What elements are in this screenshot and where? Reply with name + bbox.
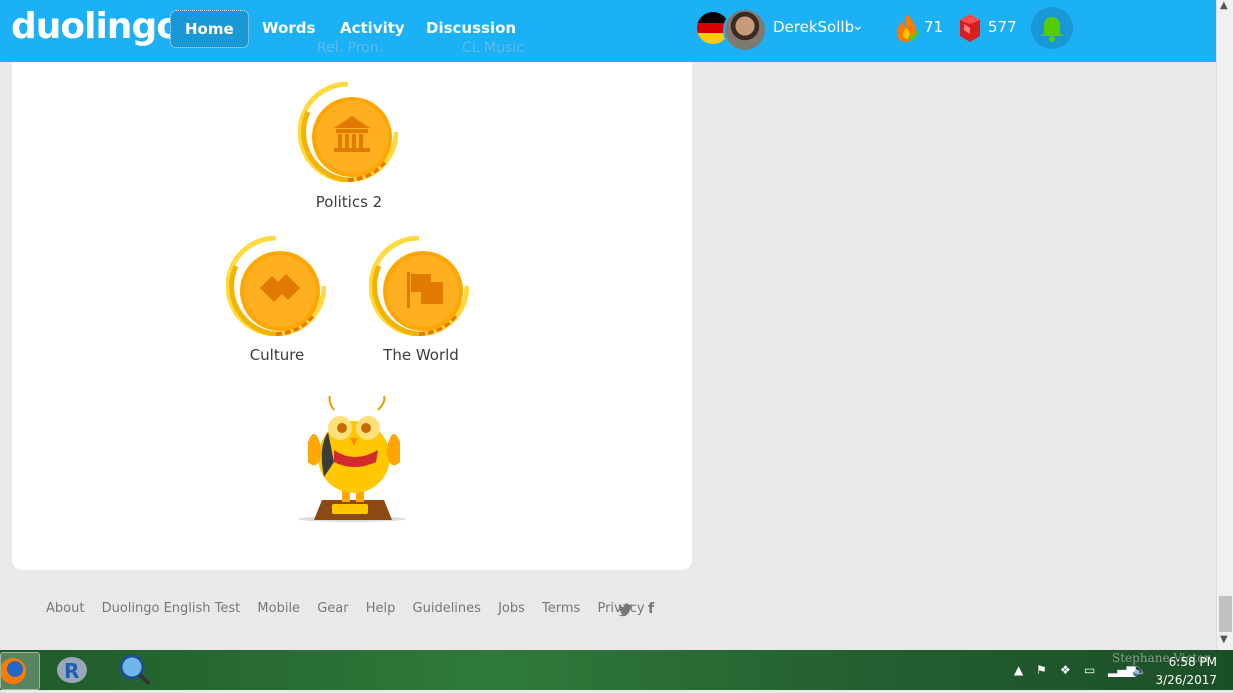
magnifier-icon: [119, 654, 151, 686]
footer-link-gear[interactable]: Gear: [317, 601, 348, 616]
volume-icon[interactable]: 🔈: [1132, 663, 1147, 677]
action-center-flag-icon[interactable]: ⚑: [1036, 663, 1047, 677]
notifications-button[interactable]: [1031, 7, 1073, 49]
firefox-icon: [0, 658, 26, 684]
footer-links: About Duolingo English Test Mobile Gear …: [46, 601, 658, 616]
nav-discussion[interactable]: Discussion: [412, 10, 530, 46]
footer-link-terms[interactable]: Terms: [542, 601, 580, 616]
footer-link-about[interactable]: About: [46, 601, 84, 616]
taskbar-firefox-button[interactable]: [0, 652, 40, 690]
skill-culture-icon[interactable]: [226, 236, 326, 336]
duolingo-logo[interactable]: duolingo: [11, 6, 181, 47]
nav-words[interactable]: Words: [248, 10, 329, 46]
windows-taskbar: [0, 650, 1233, 690]
taskbar-r-button[interactable]: R: [54, 652, 92, 688]
chevron-down-icon[interactable]: ⌄: [852, 18, 864, 34]
power-icon[interactable]: ▭: [1084, 663, 1095, 677]
streak-count: 71: [924, 18, 944, 36]
scroll-down-arrow-icon[interactable]: ▼: [1220, 634, 1228, 645]
skill-label-politics-2[interactable]: Politics 2: [269, 193, 429, 211]
page-scrollbar[interactable]: ▲ ▼: [1216, 0, 1233, 650]
username[interactable]: DerekSollb: [773, 18, 854, 36]
scroll-up-arrow-icon[interactable]: ▲: [1220, 0, 1228, 11]
skill-label-the-world[interactable]: The World: [341, 346, 501, 364]
skill-politics-2-icon[interactable]: [298, 82, 398, 182]
bell-icon: [1041, 17, 1063, 42]
tray-expand-icon[interactable]: ▲: [1014, 663, 1023, 677]
top-nav-bar: duolingo Rel. Pron. CL Music Home Words …: [0, 0, 1216, 62]
svg-text:R: R: [64, 659, 79, 683]
dropbox-icon[interactable]: ❖: [1060, 663, 1071, 677]
facebook-icon[interactable]: f: [648, 601, 654, 617]
r-app-icon: R: [57, 657, 87, 683]
gem-count: 577: [988, 18, 1017, 36]
scrollbar-thumb[interactable]: [1219, 596, 1232, 632]
skill-label-culture[interactable]: Culture: [197, 346, 357, 364]
skill-the-world-icon[interactable]: [369, 236, 469, 336]
nav-home[interactable]: Home: [170, 10, 249, 48]
streak-fire-icon[interactable]: [893, 12, 921, 44]
skill-tree-card: Politics 2 Culture The World ✦: [12, 62, 692, 570]
footer-link-guidelines[interactable]: Guidelines: [413, 601, 481, 616]
footer-link-english-test[interactable]: Duolingo English Test: [102, 601, 241, 616]
gem-icon[interactable]: [958, 12, 982, 44]
footer-link-jobs[interactable]: Jobs: [498, 601, 525, 616]
taskbar-search-button[interactable]: [116, 652, 154, 688]
twitter-icon[interactable]: [617, 601, 633, 617]
clock-time[interactable]: 6:58 PM: [1165, 655, 1217, 669]
owl-trophy-icon: ✦: [298, 395, 406, 522]
svg-text:✦: ✦: [302, 436, 310, 447]
footer-link-mobile[interactable]: Mobile: [257, 601, 300, 616]
footer-link-help[interactable]: Help: [366, 601, 396, 616]
browser-page: Politics 2 Culture The World ✦ duolingo …: [0, 0, 1216, 650]
nav-activity[interactable]: Activity: [326, 10, 419, 46]
avatar[interactable]: [723, 8, 767, 52]
clock-date[interactable]: 3/26/2017: [1150, 673, 1217, 687]
